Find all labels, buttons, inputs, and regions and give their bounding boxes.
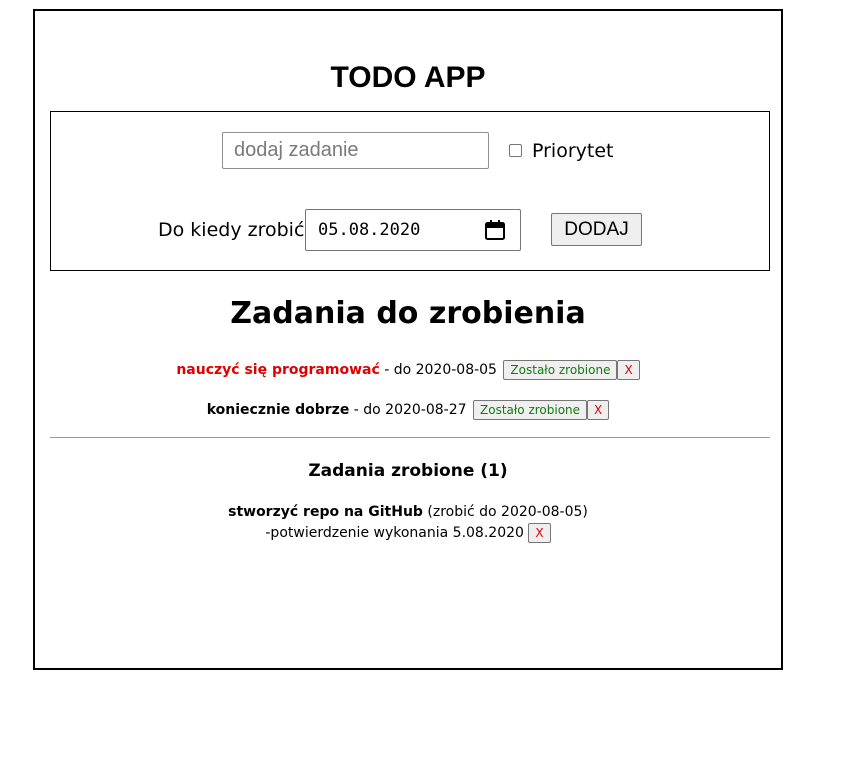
done-task-confirm: -potwierdzenie wykonania 5.08.2020	[265, 525, 529, 541]
deadline-label: Do kiedy zrobić	[158, 219, 305, 241]
done-task-item: stworzyć repo na GitHub (zrobić do 2020-…	[35, 502, 781, 544]
done-task-due: (zrobić do 2020-08-05)	[422, 504, 588, 520]
task-due: - do 2020-08-27	[349, 402, 471, 418]
done-task-line: stworzyć repo na GitHub (zrobić do 2020-…	[35, 502, 781, 523]
deadline-date-input[interactable]: 05.08.2020	[305, 209, 521, 251]
delete-task-button[interactable]: X	[617, 360, 640, 380]
active-tasks-title: Zadania do zrobienia	[230, 296, 586, 331]
task-name: nauczyć się programować	[176, 362, 380, 378]
task-input[interactable]	[222, 132, 489, 169]
add-task-form: Priorytet Do kiedy zrobić 05.08.2020 DOD…	[50, 111, 770, 271]
delete-done-task-button[interactable]: X	[528, 523, 551, 543]
delete-task-button[interactable]: X	[587, 400, 610, 420]
task-name: koniecznie dobrze	[206, 402, 350, 418]
mark-done-button[interactable]: Zostało zrobione	[503, 360, 618, 380]
done-task-confirm-line: -potwierdzenie wykonania 5.08.2020 X	[35, 523, 781, 544]
mark-done-button[interactable]: Zostało zrobione	[473, 400, 588, 420]
add-task-button[interactable]: DODAJ	[551, 213, 642, 246]
date-value: 05.08.2020	[318, 220, 421, 240]
section-divider	[50, 437, 770, 438]
calendar-icon[interactable]	[484, 219, 506, 241]
task-row: koniecznie dobrze - do 2020-08-27 Został…	[35, 399, 781, 421]
done-tasks-title: Zadania zrobione (1)	[308, 461, 508, 481]
todo-app: TODO APP Priorytet Do kiedy zrobić 05.08…	[33, 9, 783, 670]
priority-label: Priorytet	[532, 140, 614, 162]
task-due: - do 2020-08-05	[379, 362, 502, 378]
done-task-name: stworzyć repo na GitHub	[228, 504, 423, 520]
app-title: TODO APP	[330, 61, 486, 94]
task-row: nauczyć się programować - do 2020-08-05 …	[35, 359, 781, 381]
priority-checkbox[interactable]	[509, 144, 522, 157]
